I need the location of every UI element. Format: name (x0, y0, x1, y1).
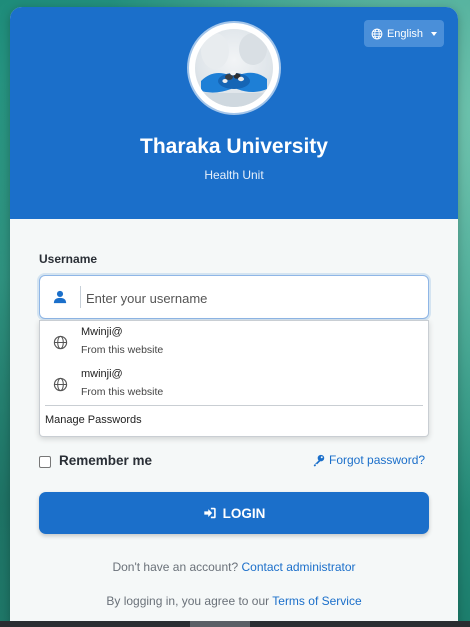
card-header: English Tharaka University Health Unit (10, 7, 458, 219)
login-button[interactable]: LOGIN (39, 492, 429, 534)
caret-down-icon (431, 31, 438, 36)
bottom-bar-segment (190, 621, 250, 627)
sign-in-icon (203, 507, 216, 519)
username-input-group (39, 275, 429, 319)
remember-me-checkbox[interactable] (39, 456, 51, 468)
autofill-dropdown: Mwinji@ From this website mwinji@ From t… (39, 320, 429, 437)
language-selector-button[interactable]: English (364, 20, 444, 47)
username-label: Username (39, 252, 98, 266)
username-input[interactable] (84, 282, 418, 314)
input-divider (80, 286, 81, 308)
login-card: English Tharaka University Health Unit U… (10, 7, 458, 627)
no-account-text: Don't have an account? Contact administr… (10, 560, 458, 574)
globe-icon (53, 377, 68, 392)
autofill-item-name: Mwinji@ (81, 326, 123, 338)
remember-me-option[interactable]: Remember me (39, 453, 152, 468)
language-label: English (386, 27, 424, 40)
key-icon (313, 454, 325, 467)
page-subtitle: Health Unit (204, 168, 264, 182)
login-label: LOGIN (222, 505, 266, 521)
dropdown-divider (45, 405, 423, 406)
autofill-item-1[interactable]: Mwinji@ From this website (40, 322, 428, 362)
forgot-password-label: Forgot password? (329, 453, 426, 467)
terms-text: By logging in, you agree to our Terms of… (10, 594, 458, 608)
autofill-item-source: From this website (81, 344, 164, 356)
forgot-password-link[interactable]: Forgot password? (312, 453, 425, 467)
autofill-item-2[interactable]: mwinji@ From this website (40, 364, 428, 404)
avatar-image (195, 29, 273, 107)
terms-link[interactable]: Terms of Service (272, 594, 361, 608)
contact-admin-link[interactable]: Contact administrator (242, 560, 356, 574)
terms-prefix: By logging in, you agree to our (106, 594, 270, 608)
avatar (189, 23, 279, 113)
globe-icon (53, 335, 68, 350)
page-title: Tharaka University (140, 135, 328, 158)
manage-passwords-item[interactable]: Manage Passwords (45, 414, 142, 426)
autofill-item-name: mwinji@ (81, 368, 123, 380)
remember-me-label: Remember me (59, 453, 153, 468)
globe-icon (371, 28, 383, 39)
no-account-prefix: Don't have an account? (112, 560, 239, 574)
user-icon (40, 276, 80, 318)
autofill-item-source: From this website (81, 386, 164, 398)
